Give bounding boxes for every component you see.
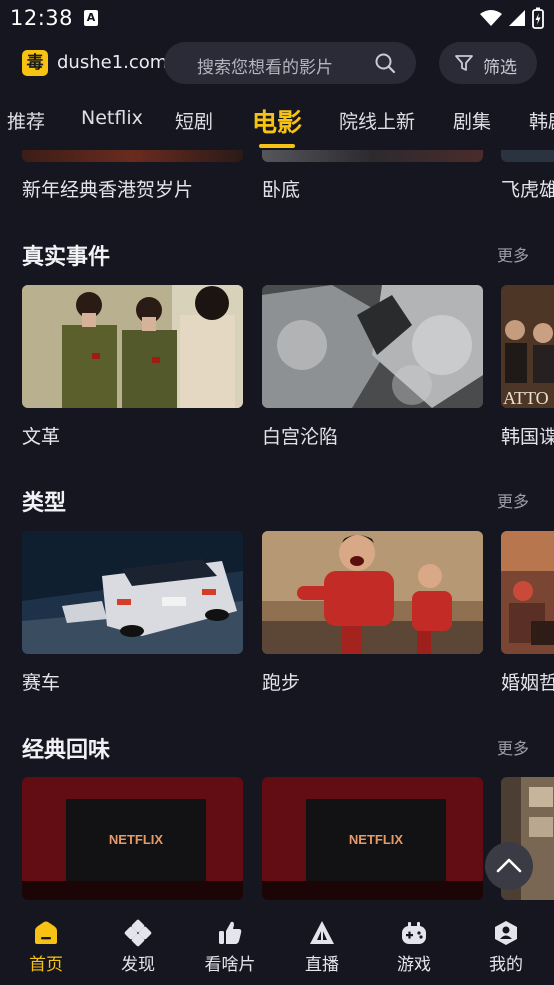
battery-icon	[532, 7, 544, 29]
site-name: dushe1.com	[57, 52, 168, 73]
card-title[interactable]: 新年经典香港贺岁片	[22, 175, 193, 202]
movie-still-image	[262, 285, 483, 408]
active-tab-indicator	[259, 144, 295, 148]
nav-what-to-watch[interactable]: 看啥片	[184, 919, 276, 975]
thumbnail-cultural-revolution[interactable]	[22, 285, 243, 408]
nav-live[interactable]: 直播	[276, 919, 368, 975]
thumbnail-flying-tiger[interactable]	[501, 150, 554, 162]
card-title[interactable]: 飞虎雄心	[501, 175, 554, 202]
movie-still-image	[22, 531, 243, 654]
signal-icon	[509, 10, 525, 26]
nav-label: 直播	[305, 955, 339, 975]
search-icon	[375, 53, 396, 74]
tab-netflix[interactable]: Netflix	[81, 107, 143, 129]
movie-still-image	[501, 531, 554, 654]
poster-text: ATTO	[503, 388, 549, 408]
category-tabs: 推荐 Netflix 短剧 电影 院线上新 剧集 韩剧	[0, 90, 554, 150]
more-link-true-events[interactable]: 更多	[497, 242, 529, 266]
card-title[interactable]: 文革	[22, 422, 60, 449]
card-title[interactable]: 白宫沦陷	[262, 422, 338, 449]
chevron-up-icon	[496, 858, 522, 873]
nav-label: 首页	[29, 955, 63, 975]
netflix-tv-image: NETFLIX	[22, 777, 243, 900]
card-title[interactable]: 婚姻哲学	[501, 668, 554, 695]
home-icon	[35, 921, 57, 944]
card-title[interactable]: 韩国谍战	[501, 422, 554, 449]
nav-home[interactable]: 首页	[0, 919, 92, 975]
tab-short-drama[interactable]: 短剧	[175, 107, 213, 134]
nav-label: 我的	[489, 955, 523, 975]
thumbnail-netflix-classic-1[interactable]: NETFLIX	[22, 777, 243, 900]
card-title[interactable]: 跑步	[262, 668, 300, 695]
thumbnail-netflix-classic-2[interactable]: NETFLIX	[262, 777, 483, 900]
app-logo[interactable]: 毒	[22, 50, 48, 76]
movie-poster-image: ATTO	[501, 285, 554, 408]
netflix-tv-image: NETFLIX	[262, 777, 483, 900]
wifi-icon	[480, 10, 502, 26]
live-icon	[310, 921, 334, 944]
netflix-text: NETFLIX	[109, 832, 163, 847]
app-header: 毒 dushe1.com 搜索您想看的影片 筛选	[0, 38, 554, 90]
thumbnail-running[interactable]	[262, 531, 483, 654]
more-link-genre[interactable]: 更多	[497, 488, 529, 512]
status-time: 12:38	[10, 6, 74, 30]
nav-discover[interactable]: 发现	[92, 919, 184, 975]
thumbnail-korean-spy[interactable]: ATTO	[501, 285, 554, 408]
section-title-true-events: 真实事件	[22, 245, 111, 270]
scroll-to-top-button[interactable]	[485, 842, 533, 890]
search-bar[interactable]: 搜索您想看的影片	[164, 42, 416, 84]
filter-label: 筛选	[483, 58, 517, 78]
more-link-classics[interactable]: 更多	[497, 735, 529, 759]
movie-still-image	[262, 531, 483, 654]
thumbs-up-icon	[219, 921, 242, 944]
content-feed[interactable]: 新年经典香港贺岁片 卧底 飞虎雄心 真实事件 更多	[0, 150, 554, 905]
thumbnail-white-house-down[interactable]	[262, 285, 483, 408]
nav-games[interactable]: 游戏	[368, 919, 460, 975]
section-title-genre: 类型	[22, 491, 67, 516]
status-bar: 12:38 A	[0, 0, 554, 38]
filter-button[interactable]: 筛选	[439, 42, 537, 84]
tab-movies[interactable]: 电影	[252, 103, 302, 139]
card-title[interactable]: 卧底	[262, 175, 300, 202]
nav-label: 发现	[121, 955, 155, 975]
movie-still-image	[22, 285, 243, 408]
bottom-navigation: 首页 发现 看啥片 直播 游戏 我的	[0, 905, 554, 985]
tab-korean-drama[interactable]: 韩剧	[529, 107, 554, 134]
tab-new-in-theaters[interactable]: 院线上新	[339, 107, 415, 134]
section-title-classics: 经典回味	[22, 738, 111, 763]
thumbnail-racing[interactable]	[22, 531, 243, 654]
nav-label: 游戏	[397, 955, 431, 975]
thumbnail-marriage-philosophy[interactable]	[501, 531, 554, 654]
status-icons	[480, 7, 544, 29]
filter-icon	[455, 55, 473, 71]
netflix-text: NETFLIX	[349, 832, 403, 847]
profile-icon	[495, 921, 517, 945]
card-title[interactable]: 赛车	[22, 668, 60, 695]
thumbnail-new-year-hk[interactable]	[22, 150, 243, 162]
nav-profile[interactable]: 我的	[460, 919, 552, 975]
discover-icon	[124, 919, 152, 947]
nav-label: 看啥片	[204, 955, 256, 975]
thumbnail-undercover[interactable]	[262, 150, 483, 162]
tab-series[interactable]: 剧集	[453, 107, 491, 134]
search-placeholder: 搜索您想看的影片	[197, 58, 333, 78]
tab-recommend[interactable]: 推荐	[7, 107, 45, 134]
gamepad-icon	[402, 922, 426, 944]
a-icon: A	[84, 10, 98, 26]
